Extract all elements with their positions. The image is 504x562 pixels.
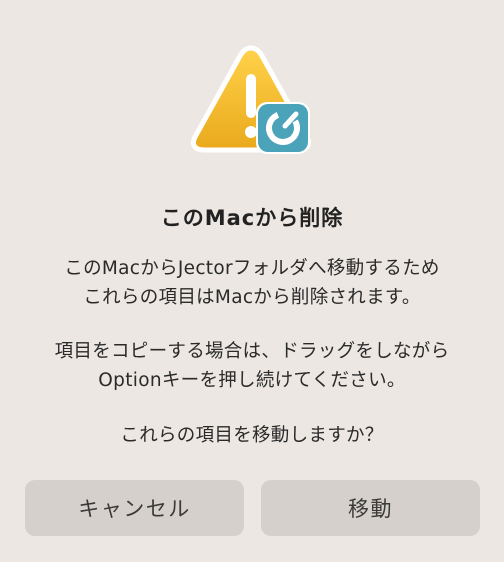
dialog-question: これらの項目を移動しますか？ [20,421,484,450]
message-line: これらの項目を移動しますか？ [120,425,384,446]
dialog-title: このMacから削除 [160,206,344,230]
message-line: 項目をコピーする場合は、ドラッグをしながら [54,341,450,362]
move-button[interactable]: 移動 [261,480,480,536]
message-line: これらの項目はMacから削除されます。 [83,287,421,308]
delete-confirm-dialog: このMacから削除 このMacからJectorフォルダへ移動するため これらの項… [0,0,504,562]
dialog-hint: 項目をコピーする場合は、ドラッグをしながら Optionキーを押し続けてください… [20,337,484,395]
warning-icon [190,42,312,156]
message-line: このMacからJectorフォルダへ移動するため [64,258,440,279]
dialog-message: このMacからJectorフォルダへ移動するため これらの項目はMacから削除さ… [20,254,484,312]
cancel-button[interactable]: キャンセル [25,480,244,536]
message-line: Optionキーを押し続けてください。 [98,370,406,391]
jector-app-badge-icon [256,102,310,154]
